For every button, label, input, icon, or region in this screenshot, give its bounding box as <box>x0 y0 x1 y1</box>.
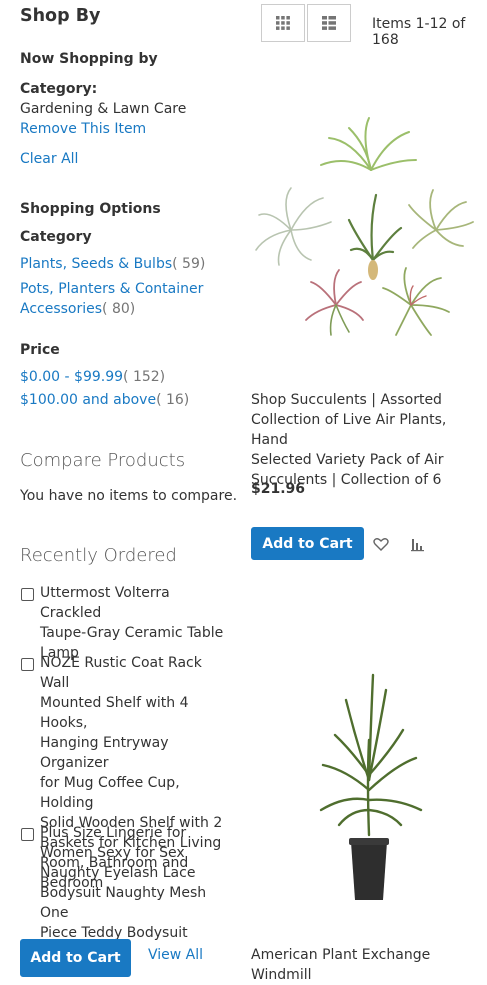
recent-order-name-line: Women Sexy for Sex <box>40 845 185 861</box>
toolbar-item-count: Items 1-12 of 168 <box>372 16 466 48</box>
list-mode-button[interactable] <box>307 4 351 42</box>
grid-icon <box>276 16 290 30</box>
heart-icon <box>373 538 389 551</box>
product-name-line: Shop Succulents | Assorted <box>251 392 442 408</box>
category-option[interactable]: Pots, Planters & Container Accessories( … <box>20 279 203 319</box>
product-image[interactable] <box>251 110 487 350</box>
recent-add-to-cart-button[interactable]: Add to Cart <box>20 939 131 977</box>
price-option-label[interactable]: $100.00 and above <box>20 392 156 408</box>
price-filter-title[interactable]: Price <box>20 342 60 358</box>
recent-order-checkbox[interactable] <box>21 588 34 601</box>
recent-order-name-line: Bodysuit Naughty Mesh One <box>40 885 207 921</box>
product-name-line: American Plant Exchange Windmill <box>251 947 431 983</box>
windmill-palm-image <box>319 673 423 900</box>
recent-order-name-line: Hanging Entryway Organizer <box>40 735 169 771</box>
filter-category-value: Gardening & Lawn Care <box>20 101 187 117</box>
product-name-link[interactable]: Shop Succulents | Assorted Collection of… <box>251 390 487 490</box>
list-icon <box>322 16 336 30</box>
grid-mode-button[interactable] <box>261 4 305 42</box>
price-option-count: ( 152) <box>123 369 166 385</box>
remove-filter-link[interactable]: Remove This Item <box>20 121 146 137</box>
view-all-link[interactable]: View All <box>148 947 203 963</box>
category-option-label[interactable]: Plants, Seeds & Bulbs <box>20 256 172 272</box>
recent-order-name-line: Uttermost Volterra Crackled <box>40 585 170 621</box>
recent-order-name-line: NOZE Rustic Coat Rack Wall <box>40 655 202 691</box>
recent-order-item: Uttermost Volterra Crackled Taupe-Gray C… <box>20 583 235 663</box>
compare-icon <box>411 539 424 552</box>
compare-empty-text: You have no items to compare. <box>20 488 238 504</box>
shopping-options-heading: Shopping Options <box>20 201 161 217</box>
recent-order-name-line: Naughty Eyelash Lace <box>40 865 196 881</box>
filter-category-label: Category: <box>20 81 98 97</box>
compare-button[interactable] <box>409 535 427 553</box>
category-option-label[interactable]: Pots, Planters & Container <box>20 281 203 297</box>
recent-order-name-line: Taupe-Gray Ceramic Table <box>40 625 224 641</box>
price-option-count: ( 16) <box>156 392 190 408</box>
recent-order-name-line: Mounted Shelf with 4 Hooks, <box>40 695 189 731</box>
product-name-line: Selected Variety Pack of Air <box>251 452 444 468</box>
air-plants-image <box>255 117 474 336</box>
compare-products-heading: Compare Products <box>20 450 186 471</box>
add-to-cart-button[interactable]: Add to Cart <box>251 527 364 560</box>
now-shopping-heading: Now Shopping by <box>20 51 158 67</box>
recent-order-checkbox[interactable] <box>21 658 34 671</box>
recent-order-name-line: Plus Size Lingerie for <box>40 825 187 841</box>
category-option-count: ( 80) <box>102 301 136 317</box>
product-image[interactable] <box>251 660 487 910</box>
shop-by-title: Shop By <box>20 6 101 26</box>
category-option[interactable]: Plants, Seeds & Bulbs( 59) <box>20 256 205 272</box>
category-filter-title[interactable]: Category <box>20 229 92 245</box>
category-option-count: ( 59) <box>172 256 206 272</box>
recently-ordered-heading: Recently Ordered <box>20 545 177 566</box>
recent-order-name-line: for Mug Coffee Cup, Holding <box>40 775 180 811</box>
product-name-link[interactable]: American Plant Exchange Windmill <box>251 945 487 985</box>
recent-order-checkbox[interactable] <box>21 828 34 841</box>
price-option[interactable]: $100.00 and above( 16) <box>20 392 189 408</box>
product-name-line: Collection of Live Air Plants, Hand <box>251 412 447 448</box>
price-option-label[interactable]: $0.00 - $99.99 <box>20 369 123 385</box>
clear-all-link[interactable]: Clear All <box>20 151 78 167</box>
price-option[interactable]: $0.00 - $99.99( 152) <box>20 369 165 385</box>
category-option-label[interactable]: Accessories <box>20 301 102 317</box>
wishlist-button[interactable] <box>372 535 390 553</box>
product-price: $21.96 <box>251 481 306 497</box>
